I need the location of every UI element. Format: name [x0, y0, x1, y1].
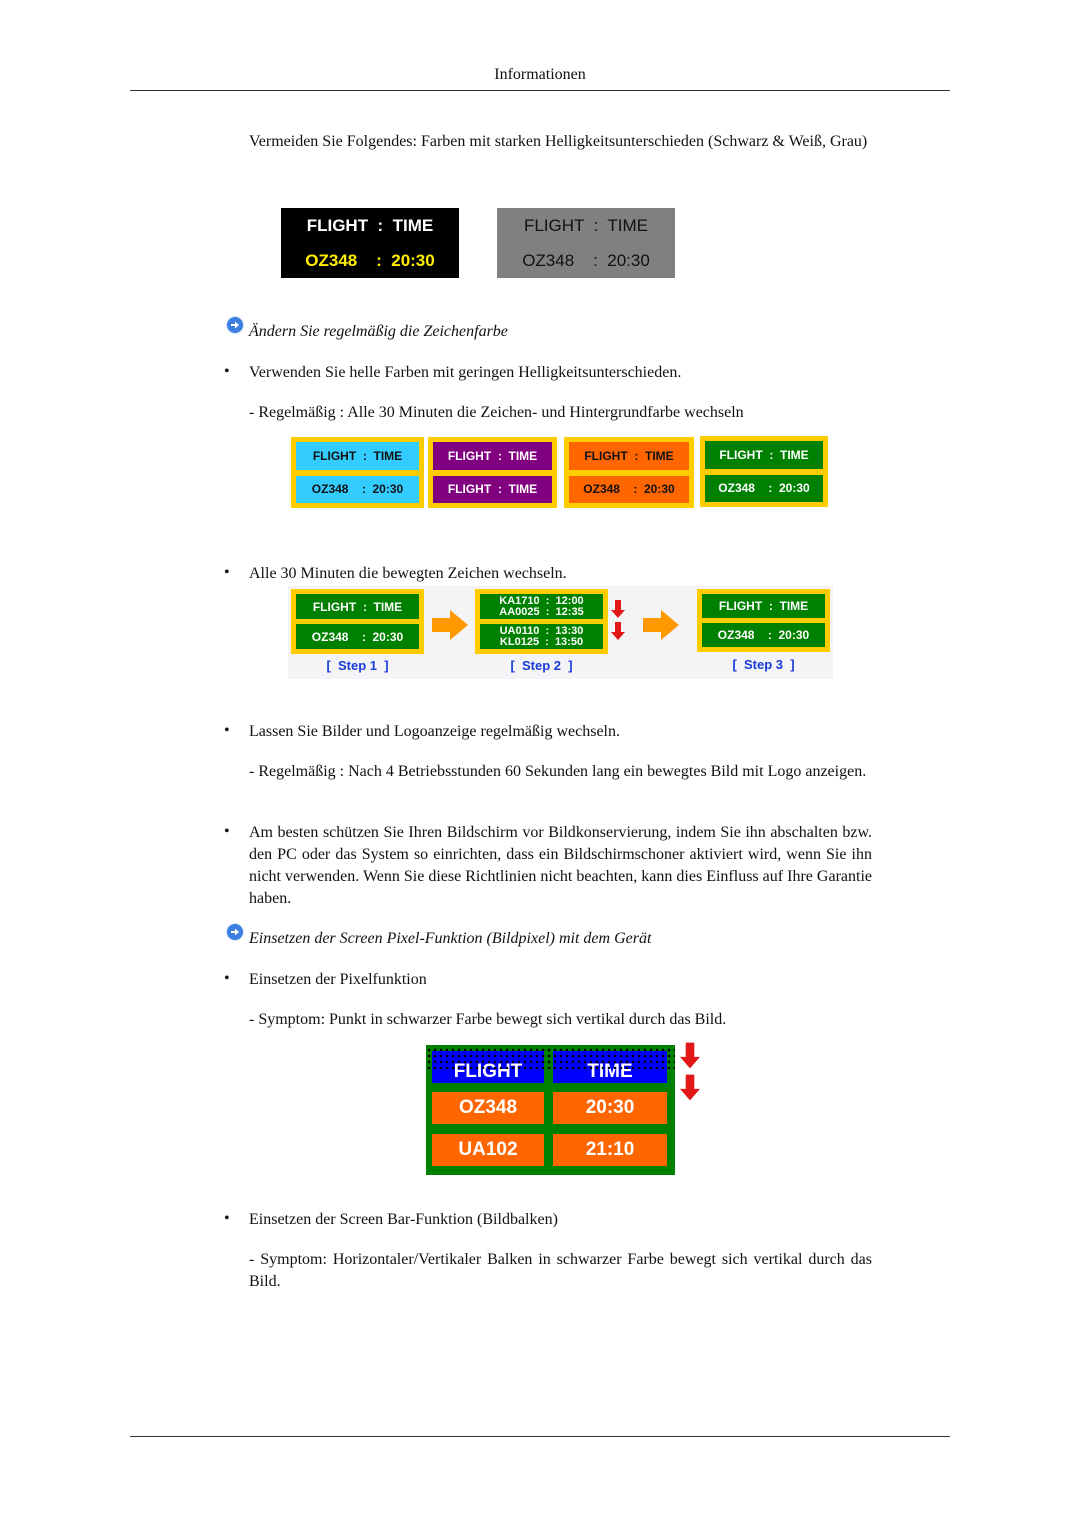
sub-regular-change-color: - Regelmäßig : Alle 30 Minuten die Zeich… [249, 404, 744, 421]
panel-cell-bottom: OZ348 : 20:30 [296, 475, 419, 503]
panel-cell-top: FLIGHT : TIME [705, 441, 823, 469]
info-arrow-icon [227, 924, 243, 940]
panel-cell-top: FLIGHT : TIME [433, 442, 552, 470]
panel-cell-bottom: OZ348 : 20:30 [569, 475, 689, 503]
panel-cell-top: FLIGHT : TIME [702, 594, 825, 618]
panel-cell-bottom: OZ348 : 20:30 [702, 623, 825, 647]
avoid-contrast-paragraph: Vermeiden Sie Folgendes: Farben mit star… [249, 133, 868, 150]
panel-cell-bottom: UA0110 : 13:30 KL0125 : 13:50 [480, 624, 603, 649]
color-panel-green: FLIGHT : TIME OZ348 : 20:30 [700, 436, 828, 507]
color-panel-orange: FLIGHT : TIME OZ348 : 20:30 [564, 437, 694, 508]
color-panel-cyan: FLIGHT : TIME OZ348 : 20:30 [291, 437, 424, 508]
scroll-line: KA1710 : 12:00 [499, 594, 584, 607]
panel-cell-top: FLIGHT : TIME [296, 594, 419, 619]
arrow-right-icon [643, 610, 679, 645]
board-line-1: FLIGHT : TIME [523, 215, 649, 235]
sub-bar-symptom: - Symptom: Horizontaler/Vertikaler Balke… [249, 1251, 872, 1290]
panel-cell-top: KA1710 : 12:00 AA0025 : 12:35 [480, 594, 603, 619]
bullet-pixel-function: Einsetzen der Pixelfunktion [249, 971, 427, 988]
bullet-icon: • [224, 363, 230, 380]
panel-cell-bottom: FLIGHT : TIME [433, 475, 552, 503]
bullet-icon: • [224, 564, 230, 581]
step1-label: [ Step 1 ] [326, 658, 389, 673]
panel-cell-bottom: OZ348 : 20:30 [705, 474, 823, 502]
down-arrow-icon [611, 622, 625, 645]
step2-panel: KA1710 : 12:00 AA0025 : 12:35 UA0110 : 1… [475, 589, 608, 654]
down-arrow-icon [611, 600, 625, 623]
bullet-moving-chars: Alle 30 Minuten die bewegten Zeichen wec… [249, 565, 567, 582]
arrow-right-icon [432, 610, 468, 645]
sub-regular-logo: - Regelmäßig : Nach 4 Betriebsstunden 60… [249, 763, 867, 780]
high-contrast-black-board: FLIGHT : TIME OZ348 : 20:30 [281, 208, 459, 278]
section-heading-pixel: Einsetzen der Screen Pixel-Funktion (Bil… [249, 930, 652, 947]
moving-black-dots [426, 1047, 675, 1069]
board-line-2: OZ348 : 20:30 [522, 250, 650, 270]
pixel-cell: UA102 [432, 1134, 544, 1166]
bullet-icon: • [224, 1210, 230, 1227]
high-contrast-grey-board: FLIGHT : TIME OZ348 : 20:30 [497, 208, 675, 278]
scroll-line: KL0125 : 13:50 [499, 635, 584, 648]
bullet-screensaver: Am besten schützen Sie Ihren Bildschirm … [249, 824, 872, 907]
section-heading-change-color: Ändern Sie regelmäßig die Zeichenfarbe [249, 323, 508, 340]
pixel-board: FLIGHT TIME OZ348 20:30 UA102 21:10 [426, 1045, 675, 1175]
step1-panel: FLIGHT : TIME OZ348 : 20:30 [291, 589, 424, 654]
bullet-icon: • [224, 970, 230, 987]
footer-rule [130, 1436, 950, 1437]
bullet-change-logo: Lassen Sie Bilder und Logoanzeige regelm… [249, 723, 620, 740]
info-arrow-icon [227, 317, 243, 333]
page-header-title: Informationen [494, 66, 586, 83]
down-arrow-icon [680, 1042, 700, 1074]
step3-label: [ Step 3 ] [732, 657, 795, 672]
pixel-cell: OZ348 [432, 1092, 544, 1124]
scroll-line: UA0110 : 13:30 [499, 624, 584, 637]
bullet-light-colors: Verwenden Sie helle Farben mit geringen … [249, 364, 682, 381]
panel-cell-top: FLIGHT : TIME [569, 442, 689, 470]
sub-pixel-symptom: - Symptom: Punkt in schwarzer Farbe bewe… [249, 1011, 727, 1028]
scroll-line: AA0025 : 12:35 [499, 605, 584, 618]
panel-cell-bottom: OZ348 : 20:30 [296, 624, 419, 649]
header-rule [130, 90, 950, 91]
pixel-cell: 20:30 [553, 1092, 667, 1124]
step2-label: [ Step 2 ] [510, 658, 573, 673]
bullet-bar-function: Einsetzen der Screen Bar-Funktion (Bildb… [249, 1211, 558, 1228]
bullet-icon: • [224, 823, 230, 840]
step3-panel: FLIGHT : TIME OZ348 : 20:30 [697, 589, 830, 652]
bullet-icon: • [224, 722, 230, 739]
board-line-1: FLIGHT : TIME [306, 215, 434, 235]
pixel-cell: 21:10 [553, 1134, 667, 1166]
panel-cell-top: FLIGHT : TIME [296, 442, 419, 470]
board-line-2: OZ348 : 20:30 [305, 250, 435, 270]
color-panel-purple: FLIGHT : TIME FLIGHT : TIME [428, 437, 557, 508]
down-arrow-icon [680, 1074, 700, 1106]
